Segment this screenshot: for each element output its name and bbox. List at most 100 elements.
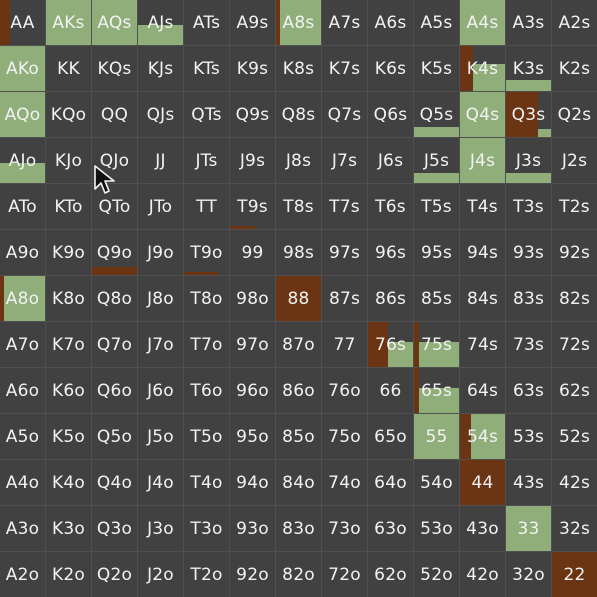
hand-cell-AKo[interactable]: AKo bbox=[0, 46, 45, 91]
hand-cell-Q8s[interactable]: Q8s bbox=[276, 92, 321, 137]
hand-cell-J7s[interactable]: J7s bbox=[322, 138, 367, 183]
hand-cell-44[interactable]: 44 bbox=[460, 460, 505, 505]
hand-cell-72o[interactable]: 72o bbox=[322, 552, 367, 597]
hand-cell-32s[interactable]: 32s bbox=[552, 506, 597, 551]
hand-cell-QJo[interactable]: QJo bbox=[92, 138, 137, 183]
hand-cell-85s[interactable]: 85s bbox=[414, 276, 459, 321]
hand-cell-Q4o[interactable]: Q4o bbox=[92, 460, 137, 505]
hand-cell-T2s[interactable]: T2s bbox=[552, 184, 597, 229]
hand-cell-55[interactable]: 55 bbox=[414, 414, 459, 459]
hand-cell-Q6o[interactable]: Q6o bbox=[92, 368, 137, 413]
hand-cell-K6o[interactable]: K6o bbox=[46, 368, 91, 413]
hand-cell-74o[interactable]: 74o bbox=[322, 460, 367, 505]
hand-cell-A4s[interactable]: A4s bbox=[460, 0, 505, 45]
hand-cell-KQo[interactable]: KQo bbox=[46, 92, 91, 137]
hand-cell-J5o[interactable]: J5o bbox=[138, 414, 183, 459]
hand-cell-K3s[interactable]: K3s bbox=[506, 46, 551, 91]
hand-cell-Q5s[interactable]: Q5s bbox=[414, 92, 459, 137]
hand-cell-93o[interactable]: 93o bbox=[230, 506, 275, 551]
hand-cell-Q6s[interactable]: Q6s bbox=[368, 92, 413, 137]
hand-cell-A3o[interactable]: A3o bbox=[0, 506, 45, 551]
hand-cell-J2o[interactable]: J2o bbox=[138, 552, 183, 597]
hand-cell-J8o[interactable]: J8o bbox=[138, 276, 183, 321]
hand-cell-J8s[interactable]: J8s bbox=[276, 138, 321, 183]
hand-cell-K7s[interactable]: K7s bbox=[322, 46, 367, 91]
hand-cell-53s[interactable]: 53s bbox=[506, 414, 551, 459]
hand-cell-Q5o[interactable]: Q5o bbox=[92, 414, 137, 459]
hand-cell-Q7o[interactable]: Q7o bbox=[92, 322, 137, 367]
hand-cell-73s[interactable]: 73s bbox=[506, 322, 551, 367]
hand-cell-J9s[interactable]: J9s bbox=[230, 138, 275, 183]
hand-cell-82o[interactable]: 82o bbox=[276, 552, 321, 597]
hand-cell-JTo[interactable]: JTo bbox=[138, 184, 183, 229]
hand-cell-64s[interactable]: 64s bbox=[460, 368, 505, 413]
hand-cell-T5o[interactable]: T5o bbox=[184, 414, 229, 459]
hand-cell-J3s[interactable]: J3s bbox=[506, 138, 551, 183]
hand-cell-65s[interactable]: 65s bbox=[414, 368, 459, 413]
hand-cell-T4s[interactable]: T4s bbox=[460, 184, 505, 229]
hand-cell-J4s[interactable]: J4s bbox=[460, 138, 505, 183]
hand-cell-83o[interactable]: 83o bbox=[276, 506, 321, 551]
hand-cell-J5s[interactable]: J5s bbox=[414, 138, 459, 183]
hand-cell-42o[interactable]: 42o bbox=[460, 552, 505, 597]
hand-cell-22[interactable]: 22 bbox=[552, 552, 597, 597]
hand-cell-98s[interactable]: 98s bbox=[276, 230, 321, 275]
hand-cell-T3s[interactable]: T3s bbox=[506, 184, 551, 229]
hand-cell-TT[interactable]: TT bbox=[184, 184, 229, 229]
hand-cell-54o[interactable]: 54o bbox=[414, 460, 459, 505]
hand-cell-32o[interactable]: 32o bbox=[506, 552, 551, 597]
hand-cell-ATs[interactable]: ATs bbox=[184, 0, 229, 45]
hand-cell-Q9s[interactable]: Q9s bbox=[230, 92, 275, 137]
hand-cell-T9o[interactable]: T9o bbox=[184, 230, 229, 275]
hand-cell-A7s[interactable]: A7s bbox=[322, 0, 367, 45]
hand-cell-Q7s[interactable]: Q7s bbox=[322, 92, 367, 137]
hand-cell-K2s[interactable]: K2s bbox=[552, 46, 597, 91]
hand-cell-92s[interactable]: 92s bbox=[552, 230, 597, 275]
hand-cell-Q2o[interactable]: Q2o bbox=[92, 552, 137, 597]
hand-cell-KQs[interactable]: KQs bbox=[92, 46, 137, 91]
hand-cell-88[interactable]: 88 bbox=[276, 276, 321, 321]
hand-cell-A2o[interactable]: A2o bbox=[0, 552, 45, 597]
hand-cell-96s[interactable]: 96s bbox=[368, 230, 413, 275]
hand-cell-KK[interactable]: KK bbox=[46, 46, 91, 91]
hand-cell-74s[interactable]: 74s bbox=[460, 322, 505, 367]
hand-cell-87s[interactable]: 87s bbox=[322, 276, 367, 321]
hand-cell-42s[interactable]: 42s bbox=[552, 460, 597, 505]
hand-cell-A8s[interactable]: A8s bbox=[276, 0, 321, 45]
hand-cell-K5o[interactable]: K5o bbox=[46, 414, 91, 459]
hand-cell-A2s[interactable]: A2s bbox=[552, 0, 597, 45]
hand-cell-83s[interactable]: 83s bbox=[506, 276, 551, 321]
hand-cell-86o[interactable]: 86o bbox=[276, 368, 321, 413]
hand-cell-K6s[interactable]: K6s bbox=[368, 46, 413, 91]
hand-cell-A6s[interactable]: A6s bbox=[368, 0, 413, 45]
hand-cell-KTs[interactable]: KTs bbox=[184, 46, 229, 91]
hand-cell-T9s[interactable]: T9s bbox=[230, 184, 275, 229]
hand-cell-84o[interactable]: 84o bbox=[276, 460, 321, 505]
hand-cell-A3s[interactable]: A3s bbox=[506, 0, 551, 45]
hand-cell-K8o[interactable]: K8o bbox=[46, 276, 91, 321]
hand-cell-Q2s[interactable]: Q2s bbox=[552, 92, 597, 137]
hand-cell-J6s[interactable]: J6s bbox=[368, 138, 413, 183]
hand-cell-KJs[interactable]: KJs bbox=[138, 46, 183, 91]
hand-cell-A4o[interactable]: A4o bbox=[0, 460, 45, 505]
hand-cell-AA[interactable]: AA bbox=[0, 0, 45, 45]
hand-cell-KJo[interactable]: KJo bbox=[46, 138, 91, 183]
hand-cell-JTs[interactable]: JTs bbox=[184, 138, 229, 183]
hand-cell-A5o[interactable]: A5o bbox=[0, 414, 45, 459]
hand-cell-A5s[interactable]: A5s bbox=[414, 0, 459, 45]
hand-cell-62o[interactable]: 62o bbox=[368, 552, 413, 597]
hand-cell-85o[interactable]: 85o bbox=[276, 414, 321, 459]
hand-cell-K8s[interactable]: K8s bbox=[276, 46, 321, 91]
hand-cell-K9o[interactable]: K9o bbox=[46, 230, 91, 275]
hand-cell-86s[interactable]: 86s bbox=[368, 276, 413, 321]
hand-cell-QQ[interactable]: QQ bbox=[92, 92, 137, 137]
hand-cell-K4s[interactable]: K4s bbox=[460, 46, 505, 91]
hand-cell-82s[interactable]: 82s bbox=[552, 276, 597, 321]
hand-cell-98o[interactable]: 98o bbox=[230, 276, 275, 321]
hand-cell-63s[interactable]: 63s bbox=[506, 368, 551, 413]
hand-cell-K9s[interactable]: K9s bbox=[230, 46, 275, 91]
hand-cell-J7o[interactable]: J7o bbox=[138, 322, 183, 367]
hand-cell-96o[interactable]: 96o bbox=[230, 368, 275, 413]
hand-cell-J6o[interactable]: J6o bbox=[138, 368, 183, 413]
hand-cell-75s[interactable]: 75s bbox=[414, 322, 459, 367]
